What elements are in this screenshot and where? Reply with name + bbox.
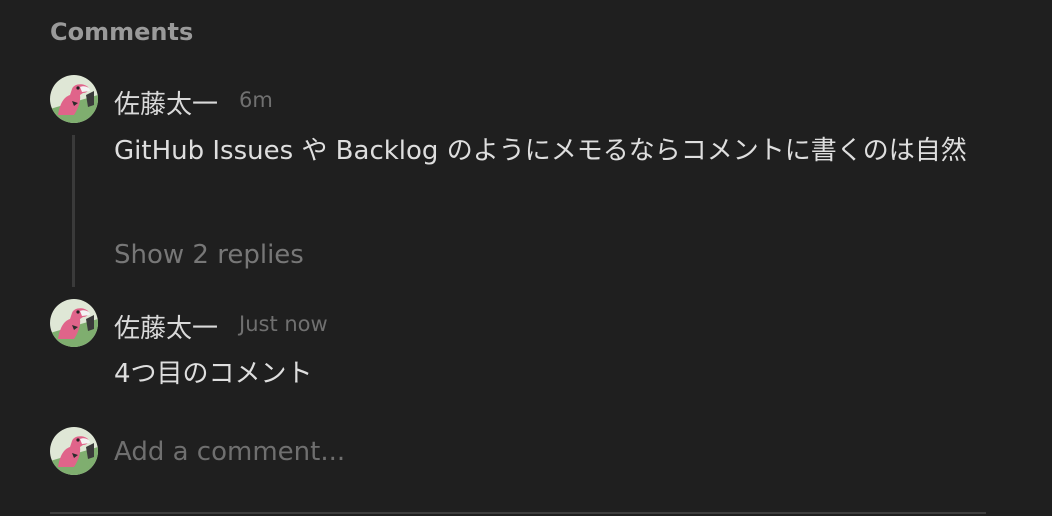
comment-author[interactable]: 佐藤太一: [114, 84, 218, 121]
current-user-avatar: [50, 427, 98, 475]
dinosaur-avatar-icon: [50, 427, 98, 475]
divider: [50, 512, 986, 514]
comment-author[interactable]: 佐藤太一: [114, 308, 218, 345]
comment-text: 4つ目のコメント: [114, 359, 313, 389]
avatar[interactable]: [50, 299, 98, 347]
avatar[interactable]: [50, 75, 98, 123]
comment-timestamp: 6m: [239, 88, 273, 112]
dinosaur-avatar-icon: [50, 75, 98, 123]
comments-panel: Comments 佐藤太一 6m GitHub Issues や Backlog…: [0, 0, 1052, 516]
comment-timestamp: Just now: [239, 312, 328, 336]
show-replies-button[interactable]: Show 2 replies: [114, 240, 304, 270]
section-title: Comments: [50, 18, 194, 46]
add-comment-input[interactable]: [114, 432, 994, 472]
thread-line: [72, 135, 75, 287]
dinosaur-avatar-icon: [50, 299, 98, 347]
comment-text: GitHub Issues や Backlog のようにメモるならコメントに書く…: [114, 136, 967, 166]
